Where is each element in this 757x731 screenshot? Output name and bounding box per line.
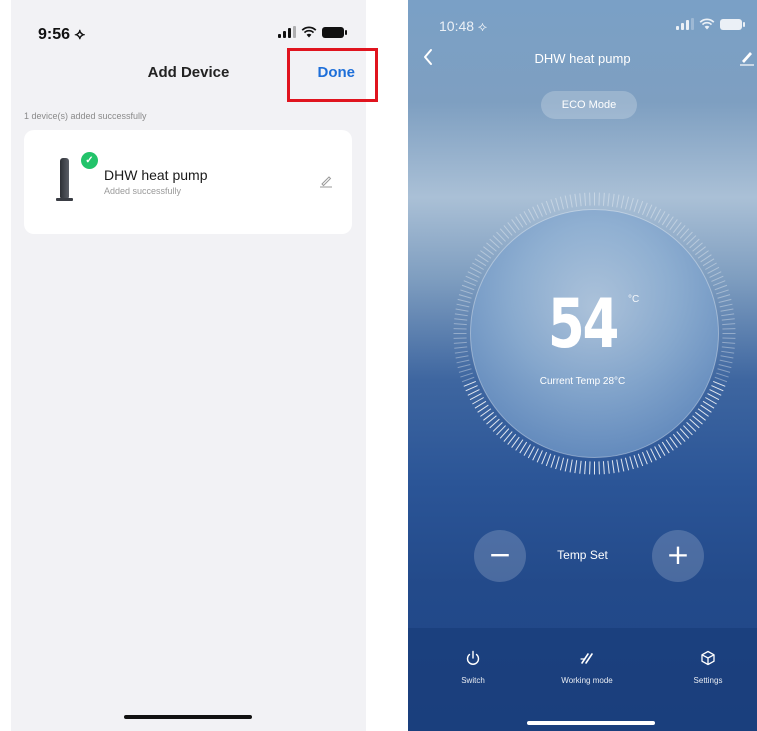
status-time: 9:56 ⟡ [38, 26, 86, 43]
home-indicator[interactable] [124, 715, 252, 719]
status-icons [278, 26, 347, 38]
add-device-screen: 9:56 ⟡ Add Device Done 1 device(s) added… [11, 0, 366, 731]
current-temperature: Current Temp 28°C [539, 376, 626, 387]
switch-button[interactable]: Switch [423, 650, 523, 685]
device-name: DHW heat pump [104, 167, 208, 183]
edit-pencil-icon[interactable] [739, 48, 755, 66]
power-icon [466, 650, 480, 665]
eco-mode-button[interactable]: ECO Mode [541, 91, 637, 119]
check-icon: ✓ [81, 152, 98, 169]
highlight-box [287, 48, 378, 102]
working-mode-label: Working mode [561, 676, 613, 685]
set-temperature: 54 [547, 285, 619, 364]
success-message: 1 device(s) added successfully [24, 111, 147, 121]
temperature-unit: °C [628, 294, 640, 305]
settings-button[interactable]: Settings [658, 650, 757, 685]
edit-pencil-icon[interactable] [318, 172, 334, 188]
wifi-icon [301, 26, 317, 38]
settings-cube-icon [701, 650, 715, 666]
wifi-icon [699, 18, 715, 30]
cellular-signal-icon [676, 18, 694, 30]
battery-icon [720, 18, 745, 30]
status-icons [676, 18, 745, 30]
switch-label: Switch [461, 676, 485, 685]
device-status: Added successfully [104, 186, 182, 196]
cellular-signal-icon [278, 26, 296, 38]
home-indicator[interactable] [527, 721, 655, 725]
increase-temp-button[interactable]: + [652, 530, 704, 582]
temp-set-label: Temp Set [557, 548, 608, 562]
working-mode-icon [580, 653, 593, 664]
heat-pump-icon [55, 158, 75, 204]
device-card[interactable]: ✓ DHW heat pump Added successfully [24, 130, 352, 234]
status-time: 10:48 ⟡ [439, 18, 488, 34]
battery-icon [322, 26, 347, 38]
bottom-bar: Switch Working mode Settings [408, 628, 757, 731]
device-title: DHW heat pump [534, 51, 631, 66]
settings-label: Settings [693, 676, 723, 685]
device-control-screen: 10:48 ⟡ DHW heat pump ECO Mode 54 °C Cur… [408, 0, 757, 731]
working-mode-button[interactable]: Working mode [537, 650, 637, 685]
